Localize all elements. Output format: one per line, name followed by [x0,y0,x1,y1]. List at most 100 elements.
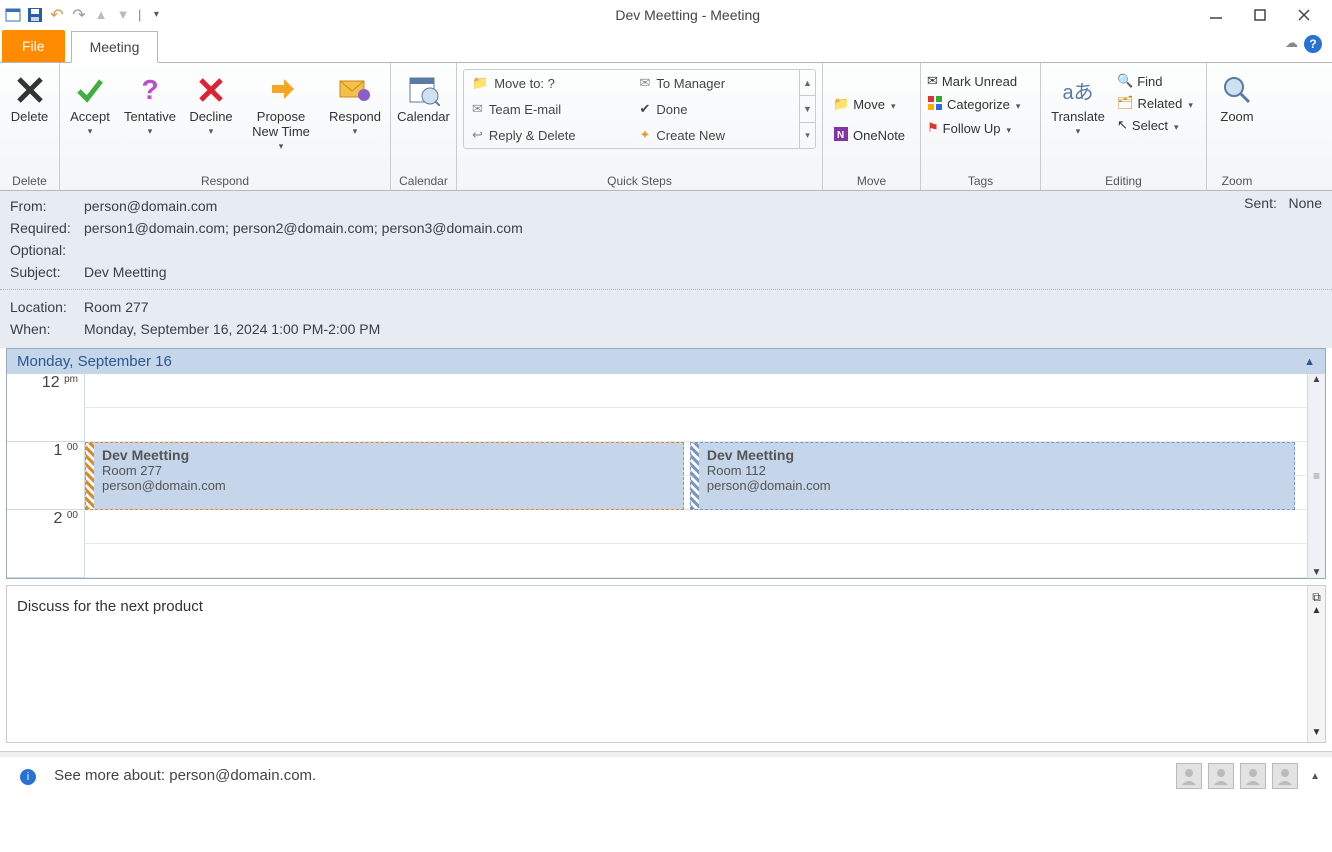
zoom-icon [1220,73,1254,107]
group-label-calendar: Calendar [397,172,450,190]
propose-icon [264,73,298,107]
calendar-scroll-thumb[interactable]: ≡ [1313,469,1320,483]
group-label-delete: Delete [6,172,53,190]
ribbon: Delete Delete Accept ? Tentative Decline… [0,63,1332,191]
location-label: Location: [10,299,84,315]
person-photo-4[interactable] [1272,763,1298,789]
meeting-header-2: Location:Room 277 When:Monday, September… [0,290,1332,348]
gallery-more[interactable]: ▾ [800,123,815,148]
calendar-button[interactable]: Calendar [397,69,450,124]
gallery-up[interactable]: ▲ [800,70,815,96]
zoom-button[interactable]: Zoom [1213,69,1261,124]
redo-icon[interactable]: ↷ [70,6,88,24]
move-button[interactable]: 📁Move [833,96,896,112]
calendar-grid[interactable]: Dev Meetting Room 277 person@domain.com … [85,374,1307,578]
body-scroll-down[interactable]: ▼ [1312,727,1322,738]
calendar-scroll-up[interactable]: ▲ [1312,374,1322,385]
people-pane-expand[interactable]: ▲ [1310,771,1320,782]
group-label-respond: Respond [66,172,384,190]
delete-button[interactable]: Delete [6,69,53,124]
quickstep-to-manager[interactable]: ✉To Manager [632,70,800,96]
select-icon: ↖ [1117,117,1128,133]
group-label-tags: Tags [927,172,1034,190]
forward-icon: ✉ [640,75,651,91]
body-text: Discuss for the next product [17,598,203,615]
meeting-tab[interactable]: Meeting [71,31,159,63]
help-icon[interactable]: ? [1304,35,1322,53]
calendar-scroll-down[interactable]: ▼ [1312,567,1322,578]
maximize-button[interactable] [1250,5,1270,25]
flag-icon: ⚑ [927,120,939,136]
location-value: Room 277 [84,299,149,315]
appointment-2[interactable]: Dev Meetting Room 112 person@domain.com [690,442,1295,510]
quickstep-team-email[interactable]: ✉Team E-mail [464,96,632,122]
respond-button[interactable]: Respond [326,69,384,137]
move-icon: 📁 [833,96,849,112]
sent-label: Sent: [1244,195,1277,211]
calendar-icon[interactable] [4,6,22,24]
related-button[interactable]: 🗂Related [1117,95,1193,111]
subject-value: Dev Meetting [84,264,166,280]
gallery-down[interactable]: ▼ [800,96,815,122]
group-label-move: Move [829,172,914,190]
translate-button[interactable]: aあ Translate [1047,69,1109,137]
group-label-zoom: Zoom [1213,172,1261,190]
person-photo-2[interactable] [1208,763,1234,789]
body-scroll-up[interactable]: ▲ [1312,605,1322,616]
categorize-button[interactable]: Categorize [927,95,1020,114]
select-button[interactable]: ↖Select [1117,117,1193,133]
group-label-editing: Editing [1047,172,1200,190]
quick-steps-gallery: 📁Move to: ? ✉To Manager ✉Team E-mail ✔Do… [463,69,816,149]
when-label: When: [10,321,84,337]
find-button[interactable]: 🔍Find [1117,73,1193,89]
mark-unread-button[interactable]: ✉Mark Unread [927,73,1020,89]
cloud-icon[interactable]: ☁ [1285,35,1298,53]
people-pane: i See more about: person@domain.com. ▲ [0,757,1332,793]
calendar-group-icon [407,73,441,107]
meeting-body[interactable]: Discuss for the next product ⧉ ▲ ▼ [6,585,1326,743]
sent-value: None [1289,195,1322,211]
create-new-icon: ✦ [640,127,651,143]
accept-button[interactable]: Accept [66,69,114,137]
done-icon: ✔ [640,101,651,117]
quick-access-toolbar: ↶ ↷ ▲ ▼ | ▾ [0,6,169,24]
onenote-button[interactable]: NOneNote [833,126,905,145]
qat-separator: | [138,7,141,22]
prev-item-icon[interactable]: ▲ [92,6,110,24]
find-icon: 🔍 [1117,73,1133,89]
decline-button[interactable]: Decline [186,69,236,137]
quickstep-done[interactable]: ✔Done [632,96,800,122]
minimize-button[interactable] [1206,5,1226,25]
quickstep-reply-delete[interactable]: ↩Reply & Delete [464,122,632,148]
calendar-preview: Monday, September 16 ▲ 12 pm 1 00 2 00 D… [6,348,1326,579]
from-value: person@domain.com [84,198,217,214]
window-title: Dev Meetting - Meeting [169,7,1206,23]
next-item-icon[interactable]: ▼ [114,6,132,24]
quickstep-move-to[interactable]: 📁Move to: ? [464,70,632,96]
ribbon-tabstrip: File Meeting ☁ ? [0,29,1332,63]
propose-new-time-button[interactable]: Propose New Time [244,69,318,152]
see-more-text[interactable]: See more about: person@domain.com. [54,767,316,784]
person-photo-3[interactable] [1240,763,1266,789]
calendar-date-header: Monday, September 16 [17,353,172,370]
body-popout-icon[interactable]: ⧉ [1312,590,1321,605]
undo-icon[interactable]: ↶ [48,6,66,24]
subject-label: Subject: [10,264,84,280]
follow-up-button[interactable]: ⚑Follow Up [927,120,1020,136]
translate-icon: aあ [1061,73,1095,107]
when-value: Monday, September 16, 2024 1:00 PM-2:00 … [84,321,380,337]
appointment-1[interactable]: Dev Meetting Room 277 person@domain.com [85,442,684,510]
save-icon[interactable] [26,6,44,24]
from-label: From: [10,198,84,214]
calendar-collapse-icon[interactable]: ▲ [1304,356,1315,368]
info-icon: i [20,769,36,785]
tentative-button[interactable]: ? Tentative [122,69,178,137]
close-button[interactable] [1294,5,1314,25]
title-bar: ↶ ↷ ▲ ▼ | ▾ Dev Meetting - Meeting [0,0,1332,29]
respond-icon [338,73,372,107]
qat-customize-icon[interactable]: ▾ [147,6,165,24]
svg-text:N: N [837,130,844,141]
file-tab[interactable]: File [2,30,65,62]
quickstep-create-new[interactable]: ✦Create New [632,122,800,148]
person-photo-1[interactable] [1176,763,1202,789]
